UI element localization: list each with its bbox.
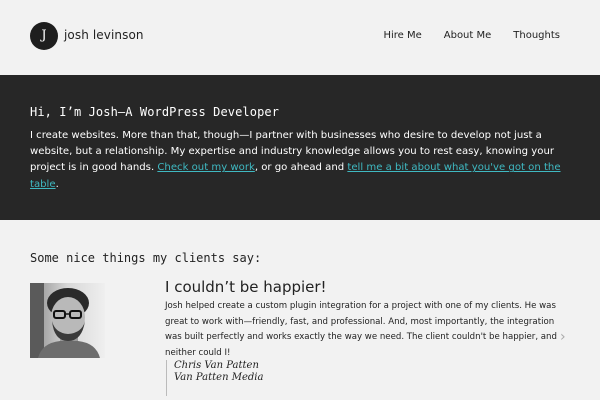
main-nav: Hire Me About Me Thoughts <box>383 30 560 41</box>
site-name-link[interactable]: josh levinson <box>64 28 144 42</box>
testimonial-avatar <box>30 283 105 358</box>
hero-text-part-2: , or go ahead and <box>254 162 348 174</box>
nav-item-thoughts[interactable]: Thoughts <box>513 30 560 41</box>
testimonial-author: Chris Van Patten <box>174 360 259 371</box>
testimonial-citation: Chris Van Patten Van Patten Media <box>166 360 263 396</box>
testimonials-title: Some nice things my clients say: <box>30 251 262 265</box>
testimonial-text: Josh helped create a custom plugin integ… <box>165 301 557 358</box>
testimonial-company: Van Patten Media <box>174 372 264 383</box>
logo-avatar[interactable]: J <box>30 22 58 50</box>
site-header: J josh levinson Hire Me About Me Thought… <box>0 0 600 75</box>
nav-item-about-me[interactable]: About Me <box>444 30 492 41</box>
nav-item-hire-me[interactable]: Hire Me <box>383 30 421 41</box>
hero-text-part-3: . <box>55 178 59 190</box>
portrait-image <box>30 283 105 358</box>
check-out-work-link[interactable]: Check out my work <box>157 162 254 173</box>
hero-title: Hi, I’m Josh—A WordPress Developer <box>30 105 280 119</box>
chevron-right-icon: › <box>560 329 566 345</box>
next-testimonial-button[interactable]: › <box>560 329 566 345</box>
hero-section: Hi, I’m Josh—A WordPress Developer I cre… <box>0 75 600 220</box>
testimonial-title: I couldn’t be happier! <box>165 278 327 296</box>
hero-text: I create websites. More than that, thoug… <box>30 128 565 193</box>
